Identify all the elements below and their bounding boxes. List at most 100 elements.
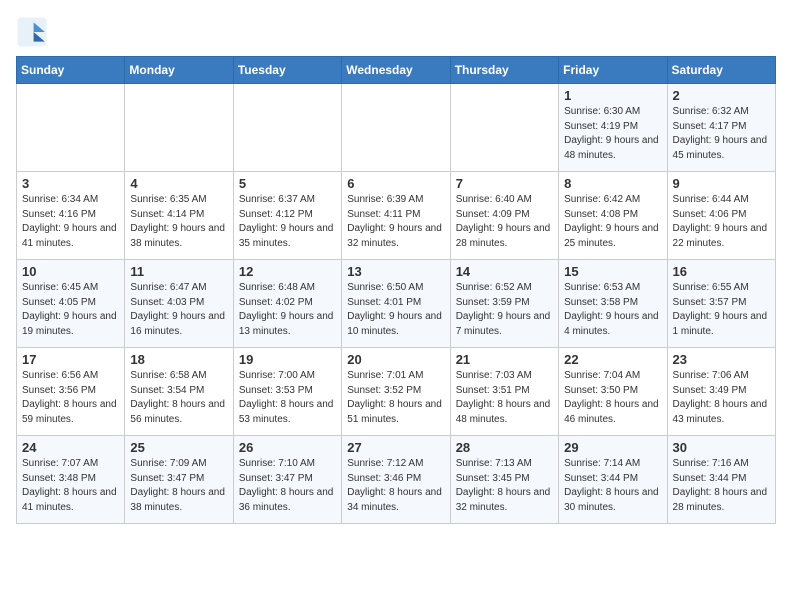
day-info: Sunrise: 7:14 AM Sunset: 3:44 PM Dayligh… <box>564 457 661 515</box>
day-number: 13 <box>347 264 444 279</box>
calendar-cell: 14 Sunrise: 6:52 AM Sunset: 3:59 PM Dayli… <box>450 260 558 348</box>
day-number: 22 <box>564 352 661 367</box>
day-info: Sunrise: 7:03 AM Sunset: 3:51 PM Dayligh… <box>456 369 553 427</box>
calendar-week-1: 1Sunrise: 6:30 AM Sunset: 4:19 PM Daylig… <box>17 84 776 172</box>
calendar-cell: 17 Sunrise: 6:56 AM Sunset: 3:56 PM Dayli… <box>17 348 125 436</box>
day-info: Sunrise: 6:39 AM Sunset: 4:11 PM Dayligh… <box>347 193 444 251</box>
day-info: Sunrise: 7:07 AM Sunset: 3:48 PM Dayligh… <box>22 457 119 515</box>
day-info: Sunrise: 6:30 AM Sunset: 4:19 PM Dayligh… <box>564 105 661 163</box>
day-number: 29 <box>564 440 661 455</box>
calendar-week-4: 17 Sunrise: 6:56 AM Sunset: 3:56 PM Dayli… <box>17 348 776 436</box>
day-number: 18 <box>130 352 227 367</box>
day-number: 12 <box>239 264 336 279</box>
calendar-cell: 16 Sunrise: 6:55 AM Sunset: 3:57 PM Dayli… <box>667 260 775 348</box>
day-number: 30 <box>673 440 770 455</box>
day-info: Sunrise: 6:48 AM Sunset: 4:02 PM Dayligh… <box>239 281 336 339</box>
day-info: Sunrise: 6:32 AM Sunset: 4:17 PM Dayligh… <box>673 105 770 163</box>
day-info: Sunrise: 7:10 AM Sunset: 3:47 PM Dayligh… <box>239 457 336 515</box>
day-info: Sunrise: 6:55 AM Sunset: 3:57 PM Dayligh… <box>673 281 770 339</box>
day-info: Sunrise: 6:42 AM Sunset: 4:08 PM Dayligh… <box>564 193 661 251</box>
day-header-sunday: Sunday <box>17 57 125 84</box>
calendar-cell <box>125 84 233 172</box>
calendar-cell <box>450 84 558 172</box>
day-number: 7 <box>456 176 553 191</box>
day-info: Sunrise: 6:44 AM Sunset: 4:06 PM Dayligh… <box>673 193 770 251</box>
day-header-tuesday: Tuesday <box>233 57 341 84</box>
day-number: 2 <box>673 88 770 103</box>
calendar-cell: 8 Sunrise: 6:42 AM Sunset: 4:08 PM Daylig… <box>559 172 667 260</box>
calendar-header-row: SundayMondayTuesdayWednesdayThursdayFrid… <box>17 57 776 84</box>
day-header-saturday: Saturday <box>667 57 775 84</box>
calendar-cell: 24 Sunrise: 7:07 AM Sunset: 3:48 PM Dayli… <box>17 436 125 524</box>
day-info: Sunrise: 6:56 AM Sunset: 3:56 PM Dayligh… <box>22 369 119 427</box>
day-number: 10 <box>22 264 119 279</box>
day-header-monday: Monday <box>125 57 233 84</box>
calendar-cell: 10Sunrise: 6:45 AM Sunset: 4:05 PM Dayli… <box>17 260 125 348</box>
calendar-table: SundayMondayTuesdayWednesdayThursdayFrid… <box>16 56 776 524</box>
calendar-week-3: 10Sunrise: 6:45 AM Sunset: 4:05 PM Dayli… <box>17 260 776 348</box>
day-info: Sunrise: 7:09 AM Sunset: 3:47 PM Dayligh… <box>130 457 227 515</box>
day-info: Sunrise: 6:52 AM Sunset: 3:59 PM Dayligh… <box>456 281 553 339</box>
calendar-cell: 22Sunrise: 7:04 AM Sunset: 3:50 PM Dayli… <box>559 348 667 436</box>
calendar-cell: 26 Sunrise: 7:10 AM Sunset: 3:47 PM Dayli… <box>233 436 341 524</box>
calendar-cell: 21 Sunrise: 7:03 AM Sunset: 3:51 PM Dayli… <box>450 348 558 436</box>
calendar-cell: 15 Sunrise: 6:53 AM Sunset: 3:58 PM Dayli… <box>559 260 667 348</box>
calendar-cell: 27Sunrise: 7:12 AM Sunset: 3:46 PM Dayli… <box>342 436 450 524</box>
day-number: 23 <box>673 352 770 367</box>
day-number: 16 <box>673 264 770 279</box>
calendar-cell: 1Sunrise: 6:30 AM Sunset: 4:19 PM Daylig… <box>559 84 667 172</box>
day-info: Sunrise: 7:00 AM Sunset: 3:53 PM Dayligh… <box>239 369 336 427</box>
calendar-cell: 5Sunrise: 6:37 AM Sunset: 4:12 PM Daylig… <box>233 172 341 260</box>
day-number: 28 <box>456 440 553 455</box>
day-number: 6 <box>347 176 444 191</box>
day-number: 17 <box>22 352 119 367</box>
calendar-cell: 30 Sunrise: 7:16 AM Sunset: 3:44 PM Dayli… <box>667 436 775 524</box>
calendar-cell: 7 Sunrise: 6:40 AM Sunset: 4:09 PM Daylig… <box>450 172 558 260</box>
calendar-cell: 29 Sunrise: 7:14 AM Sunset: 3:44 PM Dayli… <box>559 436 667 524</box>
day-info: Sunrise: 6:53 AM Sunset: 3:58 PM Dayligh… <box>564 281 661 339</box>
day-number: 24 <box>22 440 119 455</box>
calendar-cell: 3Sunrise: 6:34 AM Sunset: 4:16 PM Daylig… <box>17 172 125 260</box>
page-header <box>16 16 776 48</box>
calendar-cell: 11 Sunrise: 6:47 AM Sunset: 4:03 PM Dayli… <box>125 260 233 348</box>
day-header-wednesday: Wednesday <box>342 57 450 84</box>
day-info: Sunrise: 7:01 AM Sunset: 3:52 PM Dayligh… <box>347 369 444 427</box>
day-header-thursday: Thursday <box>450 57 558 84</box>
day-number: 15 <box>564 264 661 279</box>
calendar-week-2: 3Sunrise: 6:34 AM Sunset: 4:16 PM Daylig… <box>17 172 776 260</box>
calendar-cell: 13 Sunrise: 6:50 AM Sunset: 4:01 PM Dayli… <box>342 260 450 348</box>
day-number: 26 <box>239 440 336 455</box>
day-info: Sunrise: 6:37 AM Sunset: 4:12 PM Dayligh… <box>239 193 336 251</box>
day-info: Sunrise: 6:35 AM Sunset: 4:14 PM Dayligh… <box>130 193 227 251</box>
day-info: Sunrise: 6:34 AM Sunset: 4:16 PM Dayligh… <box>22 193 119 251</box>
logo <box>16 16 52 48</box>
calendar-cell: 2 Sunrise: 6:32 AM Sunset: 4:17 PM Daylig… <box>667 84 775 172</box>
day-number: 19 <box>239 352 336 367</box>
day-number: 14 <box>456 264 553 279</box>
logo-icon <box>16 16 48 48</box>
day-info: Sunrise: 7:06 AM Sunset: 3:49 PM Dayligh… <box>673 369 770 427</box>
day-number: 4 <box>130 176 227 191</box>
calendar-cell: 20 Sunrise: 7:01 AM Sunset: 3:52 PM Dayli… <box>342 348 450 436</box>
day-number: 11 <box>130 264 227 279</box>
day-number: 20 <box>347 352 444 367</box>
calendar-cell: 12 Sunrise: 6:48 AM Sunset: 4:02 PM Dayli… <box>233 260 341 348</box>
calendar-cell: 6 Sunrise: 6:39 AM Sunset: 4:11 PM Daylig… <box>342 172 450 260</box>
day-info: Sunrise: 6:47 AM Sunset: 4:03 PM Dayligh… <box>130 281 227 339</box>
day-header-friday: Friday <box>559 57 667 84</box>
day-info: Sunrise: 6:50 AM Sunset: 4:01 PM Dayligh… <box>347 281 444 339</box>
day-number: 27 <box>347 440 444 455</box>
day-number: 9 <box>673 176 770 191</box>
day-number: 21 <box>456 352 553 367</box>
calendar-cell: 28Sunrise: 7:13 AM Sunset: 3:45 PM Dayli… <box>450 436 558 524</box>
calendar-cell: 18 Sunrise: 6:58 AM Sunset: 3:54 PM Dayli… <box>125 348 233 436</box>
calendar-cell <box>17 84 125 172</box>
day-number: 8 <box>564 176 661 191</box>
day-info: Sunrise: 6:40 AM Sunset: 4:09 PM Dayligh… <box>456 193 553 251</box>
day-info: Sunrise: 7:16 AM Sunset: 3:44 PM Dayligh… <box>673 457 770 515</box>
calendar-cell <box>342 84 450 172</box>
day-info: Sunrise: 6:58 AM Sunset: 3:54 PM Dayligh… <box>130 369 227 427</box>
calendar-cell: 23 Sunrise: 7:06 AM Sunset: 3:49 PM Dayli… <box>667 348 775 436</box>
calendar-cell <box>233 84 341 172</box>
calendar-cell: 4 Sunrise: 6:35 AM Sunset: 4:14 PM Daylig… <box>125 172 233 260</box>
